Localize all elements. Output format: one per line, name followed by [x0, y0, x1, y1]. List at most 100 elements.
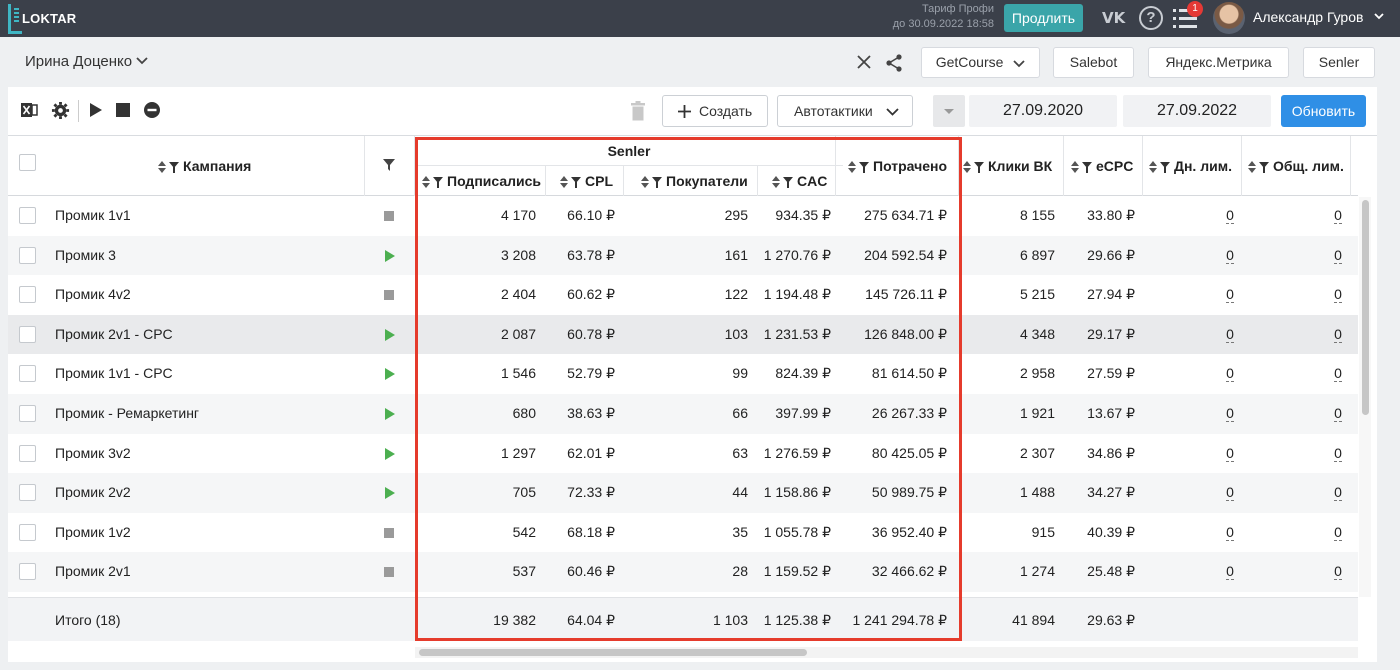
- campaign-name[interactable]: Промик 2v2: [55, 473, 131, 513]
- salebot-button[interactable]: Salebot: [1053, 47, 1134, 78]
- total-limit-link[interactable]: 0: [1328, 275, 1348, 315]
- day-limit-link[interactable]: 0: [1220, 236, 1240, 276]
- play-icon[interactable]: [89, 101, 103, 119]
- filter-icon[interactable]: [571, 176, 581, 188]
- campaign-name[interactable]: Промик - Ремаркетинг: [55, 394, 199, 434]
- date-to-input[interactable]: 27.09.2022: [1123, 95, 1271, 127]
- total-limit-link[interactable]: 0: [1328, 196, 1348, 236]
- row-checkbox[interactable]: [19, 444, 36, 462]
- day-limit-link[interactable]: 0: [1220, 315, 1240, 355]
- avatar[interactable]: [1213, 2, 1245, 34]
- filter-icon[interactable]: [1082, 161, 1092, 173]
- filter-icon[interactable]: [433, 176, 443, 188]
- day-limit-link[interactable]: 0: [1220, 434, 1240, 474]
- filter-icon[interactable]: [1160, 161, 1170, 173]
- row-checkbox[interactable]: [19, 365, 36, 383]
- total-limit-link[interactable]: 0: [1328, 513, 1348, 553]
- filter-icon[interactable]: [1259, 161, 1269, 173]
- day-limit-link[interactable]: 0: [1220, 473, 1240, 513]
- total-limit-link[interactable]: 0: [1328, 236, 1348, 276]
- share-icon[interactable]: [884, 53, 904, 73]
- campaign-name[interactable]: Промик 2v1 - CPC: [55, 315, 173, 355]
- table-row[interactable]: Промик - Ремаркетинг 680 38.63 ₽ 66 397.99 ₽…: [8, 394, 1358, 434]
- yandex-metrika-button[interactable]: Яндекс.Метрика: [1148, 47, 1289, 78]
- sort-icon[interactable]: [1149, 161, 1157, 174]
- stop-status-icon[interactable]: [384, 567, 394, 578]
- play-status-icon[interactable]: [385, 328, 395, 341]
- autotactics-dropdown[interactable]: Автотактики: [777, 95, 913, 127]
- day-limit-link[interactable]: 0: [1220, 552, 1240, 592]
- table-row[interactable]: Промик 1v1 4 170 66.10 ₽ 295 934.35 ₽ 275 634…: [8, 196, 1358, 236]
- chevron-down-icon[interactable]: [135, 53, 149, 67]
- total-limit-link[interactable]: 0: [1328, 394, 1348, 434]
- row-checkbox[interactable]: [19, 325, 36, 343]
- row-checkbox[interactable]: [19, 523, 36, 541]
- sort-icon[interactable]: [848, 161, 856, 174]
- excel-export-icon[interactable]: [20, 101, 38, 119]
- table-row[interactable]: Промик 4v2 2 404 60.62 ₽ 122 1 194.48 ₽ 145 7…: [8, 275, 1358, 315]
- filter-icon[interactable]: [652, 176, 662, 188]
- chevron-down-icon[interactable]: [1373, 10, 1385, 22]
- table-row[interactable]: Промик 2v2 705 72.33 ₽ 44 1 158.86 ₽ 50 989.7…: [8, 473, 1358, 513]
- row-checkbox[interactable]: [19, 286, 36, 304]
- row-checkbox[interactable]: [19, 207, 36, 224]
- create-button[interactable]: Создать: [662, 95, 768, 127]
- day-limit-link[interactable]: 0: [1220, 513, 1240, 553]
- stop-icon[interactable]: [116, 103, 130, 117]
- total-limit-link[interactable]: 0: [1328, 552, 1348, 592]
- period-preset-dropdown[interactable]: [933, 95, 965, 127]
- sort-icon[interactable]: [1071, 161, 1079, 174]
- column-header-subscribed[interactable]: Подписались: [422, 173, 541, 189]
- day-limit-link[interactable]: 0: [1220, 275, 1240, 315]
- filter-icon[interactable]: [169, 161, 179, 173]
- sort-icon[interactable]: [560, 176, 568, 189]
- table-row[interactable]: Промик 2v1 537 60.46 ₽ 28 1 159.52 ₽ 32 466.6…: [8, 552, 1358, 592]
- table-row[interactable]: Промик 1v1 - CPC 1 546 52.79 ₽ 99 824.39 ₽ 81…: [8, 354, 1358, 394]
- filter-icon[interactable]: [859, 161, 869, 173]
- sort-icon[interactable]: [422, 176, 430, 189]
- column-header-ecpc[interactable]: eCPC: [1071, 158, 1133, 174]
- close-icon[interactable]: [856, 54, 872, 70]
- total-limit-link[interactable]: 0: [1328, 315, 1348, 355]
- total-limit-link[interactable]: 0: [1328, 354, 1348, 394]
- minus-circle-icon[interactable]: [143, 101, 161, 119]
- filter-icon[interactable]: [783, 176, 793, 188]
- campaign-name[interactable]: Промик 2v1: [55, 552, 131, 592]
- campaign-name[interactable]: Промик 1v1 - CPC: [55, 354, 173, 394]
- table-row[interactable]: Промик 2v1 - CPC 2 087 60.78 ₽ 103 1 231.53 …: [8, 314, 1358, 355]
- sort-icon[interactable]: [772, 176, 780, 189]
- filter-icon[interactable]: [383, 159, 395, 171]
- campaign-name[interactable]: Промик 4v2: [55, 275, 131, 315]
- total-limit-link[interactable]: 0: [1328, 434, 1348, 474]
- play-status-icon[interactable]: [385, 368, 395, 381]
- campaign-name[interactable]: Промик 1v1: [55, 196, 131, 236]
- campaign-name[interactable]: Промик 1v2: [55, 513, 131, 553]
- date-from-input[interactable]: 27.09.2020: [969, 95, 1117, 127]
- row-checkbox[interactable]: [19, 246, 36, 264]
- vertical-scrollbar[interactable]: [1359, 197, 1371, 597]
- table-row[interactable]: Промик 3 3 208 63.78 ₽ 161 1 270.76 ₽ 204 592…: [8, 235, 1358, 276]
- column-header-spent[interactable]: Потрачено: [848, 158, 947, 174]
- filter-icon[interactable]: [974, 161, 984, 173]
- stop-status-icon[interactable]: [384, 290, 394, 301]
- sort-icon[interactable]: [158, 161, 166, 174]
- column-header-day-limit[interactable]: Дн. лим.: [1149, 158, 1232, 174]
- renew-button[interactable]: Продлить: [1004, 4, 1083, 32]
- day-limit-link[interactable]: 0: [1220, 354, 1240, 394]
- vk-icon[interactable]: VK: [1102, 9, 1125, 27]
- column-header-cpl[interactable]: CPL: [560, 173, 613, 189]
- update-button[interactable]: Обновить: [1281, 95, 1366, 127]
- day-limit-link[interactable]: 0: [1220, 394, 1240, 434]
- day-limit-link[interactable]: 0: [1220, 196, 1240, 236]
- table-row[interactable]: Промик 1v2 542 68.18 ₽ 35 1 055.78 ₽ 36 952.4…: [8, 513, 1358, 553]
- campaign-name[interactable]: Промик 3: [55, 236, 116, 276]
- column-header-clicks-vk[interactable]: Клики ВК: [963, 158, 1052, 174]
- play-status-icon[interactable]: [385, 447, 395, 460]
- help-icon[interactable]: ?: [1139, 6, 1163, 30]
- total-limit-link[interactable]: 0: [1328, 473, 1348, 513]
- select-all-checkbox[interactable]: [19, 154, 36, 171]
- loktar-logo[interactable]: LOKTAR: [8, 4, 88, 34]
- horizontal-scrollbar[interactable]: [415, 647, 1358, 658]
- table-row[interactable]: Промик 3v2 1 297 62.01 ₽ 63 1 276.59 ₽ 80 425…: [8, 434, 1358, 474]
- sort-icon[interactable]: [641, 176, 649, 189]
